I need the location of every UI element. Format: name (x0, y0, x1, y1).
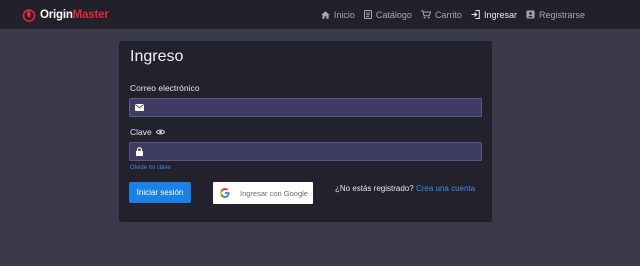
password-field-group (129, 142, 482, 161)
nav-item-ingresar[interactable]: Ingresar (471, 10, 517, 20)
nav-links: Inicio Catálogo Carrito Ingresar Registr… (321, 0, 640, 29)
book-icon (363, 10, 372, 19)
password-field[interactable] (148, 143, 481, 160)
login-card: Ingreso Correo electrónico Clave Olvide … (119, 41, 492, 222)
nav-item-catalogo[interactable]: Catálogo (363, 9, 412, 20)
register-prompt-text: ¿No estás registrado? (335, 184, 414, 193)
password-label: Clave (130, 127, 165, 137)
flame-logo-icon (22, 9, 36, 22)
envelope-icon (134, 104, 144, 111)
login-button[interactable]: Iniciar sesión (129, 182, 191, 203)
navbar: OriginMaster Inicio Catálogo Carrito Ing… (0, 0, 640, 29)
page-title: Ingreso (130, 48, 184, 65)
nav-item-inicio[interactable]: Inicio (321, 10, 355, 20)
email-field-group (129, 98, 482, 117)
password-label-text: Clave (130, 127, 152, 137)
create-account-link[interactable]: Crea una cuenta (416, 184, 475, 193)
google-signin-button[interactable]: Ingresar con Google (213, 182, 313, 204)
id-card-icon (526, 10, 535, 19)
envelope-icon-wrap (130, 99, 148, 116)
home-icon (321, 10, 330, 19)
nav-item-label: Ingresar (483, 9, 517, 20)
lock-icon-wrap (130, 143, 148, 160)
nav-item-label: Catálogo (375, 9, 412, 20)
nav-item-carrito[interactable]: Carrito (421, 10, 462, 20)
email-field[interactable] (148, 99, 481, 116)
nav-item-label: Inicio (333, 9, 355, 20)
eye-icon[interactable] (155, 129, 165, 135)
nav-item-label: Registrarse (538, 9, 585, 20)
email-label-text: Correo electrónico (130, 83, 200, 93)
google-signin-label: Ingresar con Google (240, 188, 308, 198)
nav-item-label: Carrito (434, 9, 462, 20)
sign-in-icon (471, 10, 480, 19)
brand-logo[interactable]: OriginMaster (22, 6, 109, 23)
nav-item-registrarse[interactable]: Registrarse (526, 10, 585, 20)
google-icon (220, 188, 230, 198)
register-prompt: ¿No estás registrado? Crea una cuenta (335, 184, 475, 193)
forgot-password-link[interactable]: Olvide mi clave (130, 165, 171, 171)
cart-icon (421, 10, 431, 19)
brand-name-origin: Origin (40, 8, 73, 21)
lock-icon (135, 147, 143, 156)
brand-name-master: Master (72, 8, 109, 21)
email-label: Correo electrónico (130, 83, 199, 93)
